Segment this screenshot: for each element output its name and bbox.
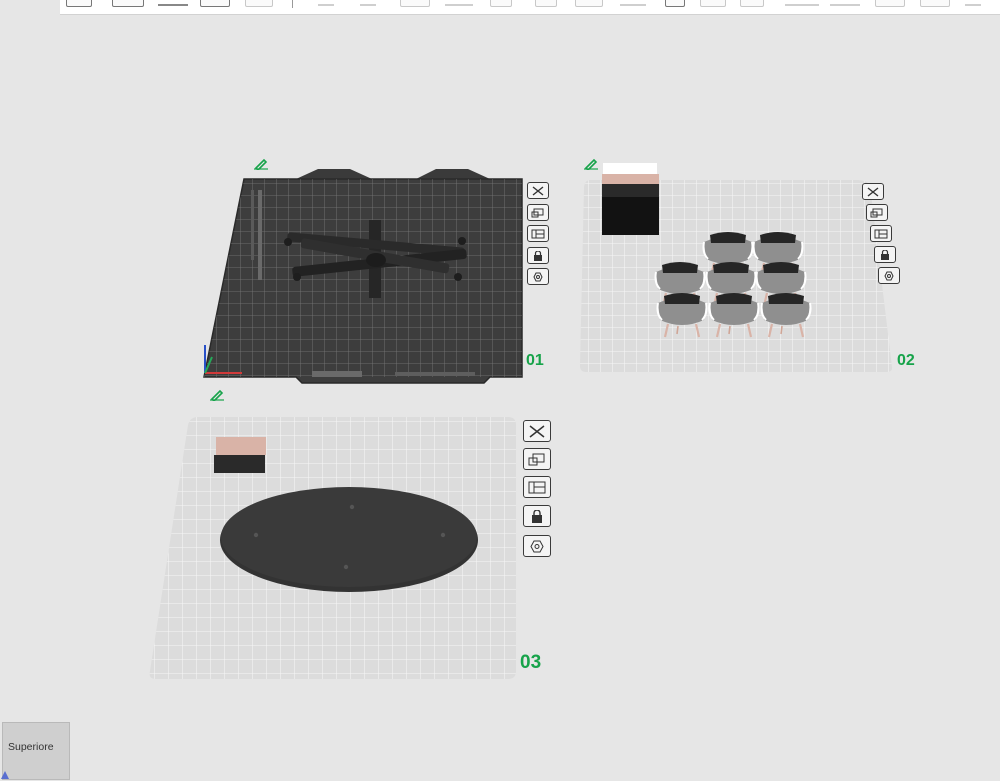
auto-orient-icon (870, 208, 883, 217)
plate-01-lock-button[interactable] (527, 247, 549, 264)
plate-03-orient-button[interactable] (523, 448, 551, 470)
lock-icon (532, 509, 542, 523)
3d-viewport[interactable]: 01 02 03 (0, 15, 1000, 780)
plate-01-tab-right (416, 169, 490, 179)
settings-icon (884, 271, 894, 280)
plate-02-orient-button[interactable] (866, 204, 888, 221)
plate-01-edit-icon[interactable] (254, 158, 270, 170)
lock-icon (534, 250, 542, 261)
toolbar-divider (292, 0, 293, 8)
plate-01-tab-left (296, 169, 372, 179)
arrange-icon (531, 229, 545, 238)
plate-03[interactable] (149, 417, 516, 679)
paint-icon[interactable] (700, 0, 726, 7)
object-table-top[interactable] (220, 487, 478, 592)
auto-orient-icon (531, 208, 544, 217)
auto-orient-icon (528, 453, 545, 465)
arrange-icon (528, 481, 546, 493)
lock-icon (881, 249, 889, 260)
plate-03-lock-button[interactable] (523, 505, 551, 527)
close-icon (532, 185, 544, 196)
add-object-icon[interactable] (66, 0, 92, 7)
plate-03-settings-button[interactable] (523, 535, 551, 557)
plate-02-close-button[interactable] (862, 183, 884, 200)
plate-02-arrange-button[interactable] (870, 225, 892, 242)
plate-03-edit-icon[interactable] (210, 389, 226, 401)
cut-icon[interactable] (112, 0, 144, 7)
plate-01-text-strip (395, 372, 475, 376)
plate-03-arrange-button[interactable] (523, 476, 551, 498)
brim-icon[interactable] (785, 4, 819, 6)
plate-icon[interactable] (245, 0, 273, 7)
plate-01-orient-button[interactable] (527, 204, 549, 221)
export-icon[interactable] (875, 0, 905, 7)
orient-icon[interactable] (200, 0, 230, 7)
settings-icon (530, 540, 544, 552)
scene-canvas (149, 163, 893, 679)
arrange-icon[interactable] (158, 4, 188, 6)
assembly-icon[interactable] (535, 0, 557, 7)
plate-01-close-button[interactable] (527, 182, 549, 199)
mesh-icon[interactable] (740, 0, 764, 7)
plate-02-settings-button[interactable] (878, 267, 900, 284)
view-cube[interactable]: Superiore (1, 722, 70, 780)
plate-02-lock-button[interactable] (874, 246, 896, 263)
object-small-box[interactable] (214, 437, 266, 473)
split-icon[interactable] (318, 4, 334, 6)
arrange-icon (874, 229, 888, 238)
seam-icon[interactable] (400, 0, 430, 7)
top-toolbar (60, 0, 1000, 15)
plate-03-close-button[interactable] (523, 420, 551, 442)
variable-layer-icon[interactable] (575, 0, 603, 7)
plate-02-label: 02 (897, 352, 915, 369)
close-icon (529, 424, 545, 438)
view-cube-label: Superiore (8, 741, 54, 753)
support-icon[interactable] (360, 4, 376, 6)
close-icon (867, 186, 879, 197)
settings-icon (533, 272, 543, 281)
text-icon[interactable] (490, 0, 512, 7)
plate-02-edit-icon[interactable] (584, 158, 600, 170)
plate-01-label: 01 (526, 352, 544, 369)
drop-icon[interactable] (965, 4, 981, 6)
layers-icon[interactable] (665, 0, 685, 7)
object-box[interactable] (602, 163, 659, 235)
import-icon[interactable] (920, 0, 950, 7)
measure-icon[interactable] (445, 4, 473, 6)
plate-01-logo-strip (312, 371, 362, 377)
plate-02[interactable] (580, 163, 893, 372)
fuzzy-icon[interactable] (830, 4, 860, 6)
plate-01-arrange-button[interactable] (527, 225, 549, 242)
plate-01-settings-button[interactable] (527, 268, 549, 285)
scale-icon[interactable] (620, 4, 646, 6)
plate-01[interactable] (203, 169, 523, 384)
plate-03-label: 03 (520, 652, 542, 673)
